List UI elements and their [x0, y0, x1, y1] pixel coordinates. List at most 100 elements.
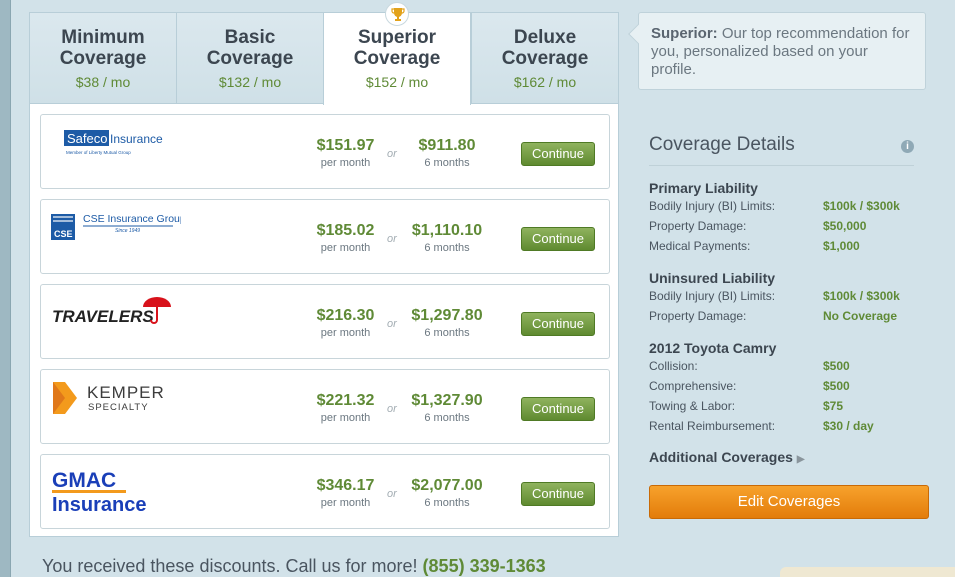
quote-row-kemper: KEMPER SPECIALTY $221.32 per month or $1… [40, 369, 610, 444]
detail-key: Rental Reimbursement: [649, 419, 776, 433]
detail-value: $30 / day [823, 419, 874, 433]
detail-row: Property Damage: No Coverage [649, 309, 919, 325]
tab-price: $152 / mo [365, 74, 429, 90]
tab-label-line1: Basic [224, 27, 276, 48]
monthly-amount: $216.30 [316, 307, 375, 324]
additional-coverages-link[interactable]: Additional Coverages ▶ [649, 449, 805, 465]
section-title-vehicle: 2012 Toyota Camry [649, 340, 777, 356]
semiannual-amount: $1,327.90 [411, 392, 483, 409]
triangle-right-icon: ▶ [796, 454, 805, 465]
detail-row: Bodily Injury (BI) Limits: $100k / $300k [649, 289, 919, 305]
semiannual-price: $1,297.80 6 months [407, 307, 487, 339]
safeco-name: Safeco [67, 131, 107, 146]
coverage-tabs: Minimum Coverage $38 / mo Basic Coverage… [29, 12, 619, 105]
tab-price: $132 / mo [218, 74, 282, 90]
discounts-text: You received these discounts. Call us fo… [42, 556, 418, 576]
quote-row-travelers: TRAVELERS $216.30 per month or $1,297.80… [40, 284, 610, 359]
semiannual-label: 6 months [424, 327, 470, 339]
detail-row: Collision: $500 [649, 359, 919, 375]
tab-price: $162 / mo [513, 74, 577, 90]
kemper-specialty: SPECIALTY [88, 402, 149, 413]
tab-price: $38 / mo [75, 74, 131, 90]
continue-button[interactable]: Continue [521, 397, 595, 421]
section-title-uninsured-liability: Uninsured Liability [649, 270, 776, 286]
semiannual-price: $911.80 6 months [407, 137, 487, 169]
detail-value: $1,000 [823, 239, 860, 253]
kemper-name: KEMPER [87, 383, 165, 402]
phone-number[interactable]: (855) 339-1363 [423, 556, 546, 576]
detail-value: $50,000 [823, 219, 867, 233]
info-icon[interactable]: i [901, 140, 914, 153]
semiannual-label: 6 months [424, 497, 470, 509]
coverage-details-header: Coverage Details i [649, 134, 914, 166]
trophy-icon [385, 2, 409, 26]
semiannual-label: 6 months [424, 242, 470, 254]
safeco-tagline: Member of Liberty Mutual Group [66, 150, 131, 155]
tab-label-line1: Minimum [61, 27, 145, 48]
coverage-details-title: Coverage Details [649, 134, 795, 155]
or-separator: or [387, 318, 397, 330]
tab-minimum-coverage[interactable]: Minimum Coverage $38 / mo [29, 12, 177, 104]
detail-key: Property Damage: [649, 309, 747, 323]
tab-label-line2: Coverage [206, 48, 294, 69]
detail-key: Medical Payments: [649, 239, 751, 253]
edit-coverages-button[interactable]: Edit Coverages [649, 485, 929, 519]
detail-key: Comprehensive: [649, 379, 737, 393]
travelers-wordmark: TRAVELERS [52, 307, 154, 326]
detail-row: Medical Payments: $1,000 [649, 239, 919, 255]
recommendation-callout: Superior: Our top recommendation for you… [628, 12, 926, 90]
safeco-insurance-word: Insurance [110, 132, 163, 146]
detail-row: Towing & Labor: $75 [649, 399, 919, 415]
detail-value: $75 [823, 399, 844, 413]
tab-label-line1: Superior [357, 27, 437, 48]
left-edge-strip [0, 0, 11, 577]
safeco-logo: Safeco Insurance Member of Liberty Mutua… [51, 125, 176, 165]
monthly-price: $185.02 per month [303, 222, 388, 254]
monthly-price: $346.17 per month [303, 477, 388, 509]
monthly-amount: $221.32 [316, 392, 375, 409]
semiannual-amount: $911.80 [418, 137, 476, 154]
quote-row-safeco: Safeco Insurance Member of Liberty Mutua… [40, 114, 610, 189]
monthly-amount: $185.02 [316, 222, 375, 239]
travelers-logo: TRAVELERS [51, 295, 176, 335]
cse-logo: CSE CSE Insurance Group Since 1949 [51, 210, 186, 250]
detail-value: $500 [823, 359, 850, 373]
continue-button[interactable]: Continue [521, 227, 595, 251]
monthly-price: $221.32 per month [303, 392, 388, 424]
detail-row: Comprehensive: $500 [649, 379, 919, 395]
monthly-label: per month [320, 497, 371, 509]
detail-key: Bodily Injury (BI) Limits: [649, 289, 776, 303]
quote-row-gmac: GMAC Insurance $346.17 per month or $2,0… [40, 454, 610, 529]
monthly-price: $216.30 per month [303, 307, 388, 339]
detail-key: Bodily Injury (BI) Limits: [649, 199, 776, 213]
cse-mark: CSE [54, 229, 73, 239]
corner-tab [780, 567, 955, 577]
gmac-insurance-word: Insurance [52, 494, 146, 515]
monthly-label: per month [320, 157, 371, 169]
monthly-label: per month [320, 242, 371, 254]
semiannual-price: $1,110.10 6 months [407, 222, 487, 254]
tab-basic-coverage[interactable]: Basic Coverage $132 / mo [176, 12, 324, 104]
detail-value: $500 [823, 379, 850, 393]
umbrella-icon [143, 297, 171, 307]
or-separator: or [387, 488, 397, 500]
detail-key: Collision: [649, 359, 698, 373]
detail-row: Bodily Injury (BI) Limits: $100k / $300k [649, 199, 919, 215]
detail-key: Towing & Labor: [649, 399, 736, 413]
semiannual-amount: $1,297.80 [411, 307, 483, 324]
tab-label-line2: Coverage [353, 48, 441, 69]
monthly-label: per month [320, 327, 371, 339]
continue-button[interactable]: Continue [521, 142, 595, 166]
detail-value: No Coverage [823, 309, 898, 323]
monthly-amount: $346.17 [316, 477, 375, 494]
cse-since: Since 1949 [115, 228, 140, 234]
gmac-name: GMAC [52, 469, 116, 492]
tab-deluxe-coverage[interactable]: Deluxe Coverage $162 / mo [471, 12, 619, 104]
semiannual-price: $1,327.90 6 months [407, 392, 487, 424]
continue-button[interactable]: Continue [521, 312, 595, 336]
cse-name: CSE Insurance Group [83, 213, 181, 225]
continue-button[interactable]: Continue [521, 482, 595, 506]
section-title-primary-liability: Primary Liability [649, 180, 758, 196]
or-separator: or [387, 233, 397, 245]
tab-label-line1: Deluxe [513, 27, 577, 48]
